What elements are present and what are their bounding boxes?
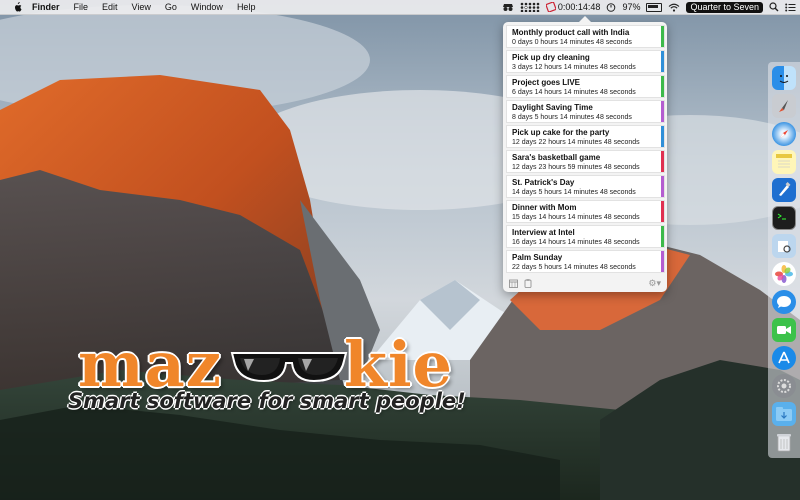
logo-tagline: Smart software for smart people! <box>68 389 466 413</box>
safari-icon[interactable] <box>772 122 796 146</box>
calendar-dots-icon[interactable] <box>520 1 540 13</box>
event-remaining: 14 days 5 hours 14 minutes 48 seconds <box>512 189 636 196</box>
event-item[interactable]: Project goes LIVE 6 days 14 hours 14 min… <box>506 75 665 98</box>
photos-icon[interactable] <box>772 262 796 286</box>
event-title: Sara's basketball game <box>512 153 601 162</box>
event-color-stripe <box>661 201 664 222</box>
event-item[interactable]: Dinner with Mom 15 days 14 hours 14 minu… <box>506 200 665 223</box>
event-item[interactable]: Pick up cake for the party 12 days 22 ho… <box>506 125 665 148</box>
menu-edit[interactable]: Edit <box>102 2 118 12</box>
app-store-icon[interactable] <box>772 346 796 370</box>
dock <box>768 62 800 458</box>
menu-help[interactable]: Help <box>237 2 256 12</box>
terminal-icon[interactable] <box>772 206 796 230</box>
event-title: Project goes LIVE <box>512 78 581 87</box>
event-remaining: 16 days 14 hours 14 minutes 48 seconds <box>512 239 640 246</box>
event-color-stripe <box>661 151 664 172</box>
wifi-icon[interactable] <box>668 1 680 13</box>
spy-glasses-icon[interactable] <box>502 1 514 13</box>
event-remaining: 0 days 0 hours 14 minutes 48 seconds <box>512 39 632 46</box>
event-remaining: 12 days 22 hours 14 minutes 48 seconds <box>512 139 640 146</box>
system-preferences-icon[interactable] <box>772 374 796 398</box>
event-title: Pick up cake for the party <box>512 128 610 137</box>
facetime-icon[interactable] <box>772 318 796 342</box>
timer-value: 0:00:14:48 <box>557 2 601 12</box>
event-color-stripe <box>661 51 664 72</box>
menu-app-name[interactable]: Finder <box>32 2 60 12</box>
logo-word-left: maz <box>78 328 222 401</box>
stopwatch-icon[interactable] <box>606 1 616 13</box>
menu-window[interactable]: Window <box>191 2 223 12</box>
event-item[interactable]: Pick up dry cleaning 3 days 12 hours 14 … <box>506 50 665 73</box>
downloads-folder-icon[interactable] <box>772 402 796 426</box>
event-remaining: 6 days 14 hours 14 minutes 48 seconds <box>512 89 636 96</box>
event-title: Palm Sunday <box>512 253 563 262</box>
event-color-stripe <box>661 126 664 147</box>
event-item[interactable]: Sara's basketball game 12 days 23 hours … <box>506 150 665 173</box>
logo-wordmark: maz kie <box>78 328 452 401</box>
menu-view[interactable]: View <box>132 2 151 12</box>
spotlight-search-icon[interactable] <box>769 1 779 13</box>
event-title: Daylight Saving Time <box>512 103 593 112</box>
event-item[interactable]: St. Patrick's Day 14 days 5 hours 14 min… <box>506 175 665 198</box>
event-remaining: 15 days 14 hours 14 minutes 48 seconds <box>512 214 640 221</box>
event-title: St. Patrick's Day <box>512 178 575 187</box>
event-remaining: 12 days 23 hours 59 minutes 48 seconds <box>512 164 640 171</box>
event-color-stripe <box>661 76 664 97</box>
event-item[interactable]: Daylight Saving Time 8 days 5 hours 14 m… <box>506 100 665 123</box>
event-item[interactable]: Palm Sunday 22 days 5 hours 14 minutes 4… <box>506 250 665 273</box>
launchpad-icon[interactable] <box>772 94 796 118</box>
popover-footer: ⚙▾ <box>503 275 667 292</box>
event-color-stripe <box>661 226 664 247</box>
preview-icon[interactable] <box>772 234 796 258</box>
event-title: Monthly product call with India <box>512 28 630 37</box>
countdown-timer[interactable]: 0:00:14:48 <box>545 1 601 13</box>
trash-icon[interactable] <box>772 430 796 454</box>
event-color-stripe <box>661 251 664 272</box>
gear-icon[interactable]: ⚙▾ <box>648 278 661 289</box>
wallpaper-landscape <box>0 0 800 500</box>
hourglass-icon <box>545 2 556 12</box>
calendar-icon[interactable] <box>508 279 518 289</box>
menu-extras: 0:00:14:48 97% Quarter to Seven <box>502 0 796 14</box>
countdown-popover: Monthly product call with India 0 days 0… <box>503 16 667 292</box>
logo-word-right: kie <box>344 328 453 401</box>
event-title: Pick up dry cleaning <box>512 53 590 62</box>
event-color-stripe <box>661 176 664 197</box>
event-item[interactable]: Interview at Intel 16 days 14 hours 14 m… <box>506 225 665 248</box>
event-title: Dinner with Mom <box>512 203 577 212</box>
menu-go[interactable]: Go <box>165 2 177 12</box>
event-title: Interview at Intel <box>512 228 575 237</box>
battery-percent: 97% <box>622 2 641 12</box>
reminders-icon[interactable] <box>523 279 533 289</box>
xcode-icon[interactable] <box>772 178 796 202</box>
event-remaining: 22 days 5 hours 14 minutes 48 seconds <box>512 264 636 271</box>
messages-icon[interactable] <box>772 290 796 314</box>
notification-center-icon[interactable] <box>785 1 796 13</box>
apple-menu-icon[interactable] <box>12 2 22 12</box>
battery-icon[interactable] <box>646 1 663 13</box>
desktop-wallpaper <box>0 0 800 500</box>
event-list: Monthly product call with India 0 days 0… <box>506 25 665 275</box>
fuzzy-clock[interactable]: Quarter to Seven <box>686 1 763 13</box>
glasses-icon <box>230 352 348 383</box>
menu-file[interactable]: File <box>74 2 89 12</box>
finder-icon[interactable] <box>772 66 796 90</box>
event-color-stripe <box>661 26 664 47</box>
event-color-stripe <box>661 101 664 122</box>
event-remaining: 8 days 5 hours 14 minutes 48 seconds <box>512 114 632 121</box>
menu-bar: Finder File Edit View Go Window Help 0:0… <box>0 0 800 15</box>
notes-icon[interactable] <box>772 150 796 174</box>
mazookie-logo: maz kie Smart software for smart people! <box>68 328 466 414</box>
event-remaining: 3 days 12 hours 14 minutes 48 seconds <box>512 64 636 71</box>
event-item[interactable]: Monthly product call with India 0 days 0… <box>506 25 665 48</box>
